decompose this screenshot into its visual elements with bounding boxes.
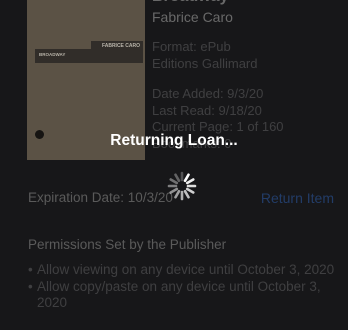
loan-detail-screen: FABRICE CARO BROADWAY Broadway Fabrice C… xyxy=(0,0,348,330)
spinner-spoke xyxy=(169,178,179,185)
spinner-spoke xyxy=(169,187,179,194)
activity-spinner-icon xyxy=(167,171,197,201)
spinner-spoke xyxy=(183,173,190,183)
spinner-spoke xyxy=(174,173,181,183)
loading-overlay: Returning Loan... xyxy=(0,0,348,330)
loading-label: Returning Loan... xyxy=(110,132,238,149)
spinner-spoke xyxy=(183,189,190,199)
spinner-spoke xyxy=(185,178,195,185)
spinner-spoke xyxy=(174,189,181,199)
spinner-spoke xyxy=(185,187,195,194)
